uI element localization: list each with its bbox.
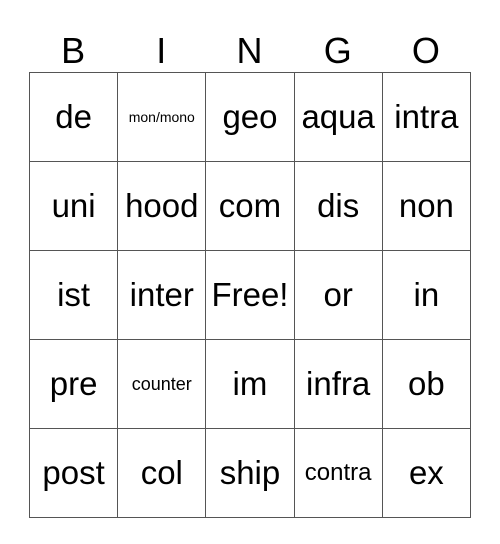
bingo-cell[interactable]: aqua bbox=[293, 72, 383, 162]
card-row: uni hood com dis non bbox=[28, 161, 472, 251]
bingo-cell[interactable]: dis bbox=[293, 161, 383, 251]
bingo-cell[interactable]: contra bbox=[293, 428, 383, 518]
header-letter-n: N bbox=[236, 30, 263, 71]
bingo-cell[interactable]: post bbox=[28, 428, 119, 518]
bingo-cell[interactable]: ex bbox=[381, 428, 472, 518]
bingo-cell[interactable]: intra bbox=[381, 72, 472, 162]
bingo-cell[interactable]: ship bbox=[205, 428, 295, 518]
free-space-cell[interactable]: Free! bbox=[205, 250, 295, 340]
header-letter-i: I bbox=[156, 30, 167, 71]
bingo-cell[interactable]: infra bbox=[293, 339, 383, 429]
bingo-cell[interactable]: col bbox=[117, 428, 207, 518]
bingo-cell[interactable]: or bbox=[293, 250, 383, 340]
bingo-cell[interactable]: ob bbox=[381, 339, 472, 429]
header-letter-o: O bbox=[411, 30, 440, 71]
bingo-cell[interactable]: im bbox=[205, 339, 295, 429]
bingo-cell[interactable]: ist bbox=[28, 250, 119, 340]
bingo-cell[interactable]: geo bbox=[205, 72, 295, 162]
bingo-header: B I N G O bbox=[29, 30, 470, 72]
bingo-card: de mon/mono geo aqua intra uni hood com dis non is… bbox=[28, 72, 472, 518]
bingo-cell[interactable]: in bbox=[381, 250, 472, 340]
bingo-cell[interactable]: uni bbox=[28, 161, 119, 251]
card-row: ist inter Free! or in bbox=[28, 250, 472, 340]
card-row: de mon/mono geo aqua intra bbox=[28, 72, 472, 162]
header-letter-b: B bbox=[61, 30, 86, 71]
bingo-cell[interactable]: hood bbox=[117, 161, 207, 251]
bingo-cell[interactable]: com bbox=[205, 161, 295, 251]
card-row: post col ship contra ex bbox=[28, 428, 472, 518]
bingo-cell[interactable]: pre bbox=[28, 339, 119, 429]
bingo-cell[interactable]: non bbox=[381, 161, 472, 251]
bingo-cell[interactable]: inter bbox=[117, 250, 207, 340]
bingo-cell[interactable]: mon/mono bbox=[117, 72, 207, 162]
card-row: pre counter im infra ob bbox=[28, 339, 472, 429]
header-letter-g: G bbox=[323, 30, 352, 71]
bingo-cell[interactable]: de bbox=[28, 72, 119, 162]
bingo-cell[interactable]: counter bbox=[117, 339, 207, 429]
